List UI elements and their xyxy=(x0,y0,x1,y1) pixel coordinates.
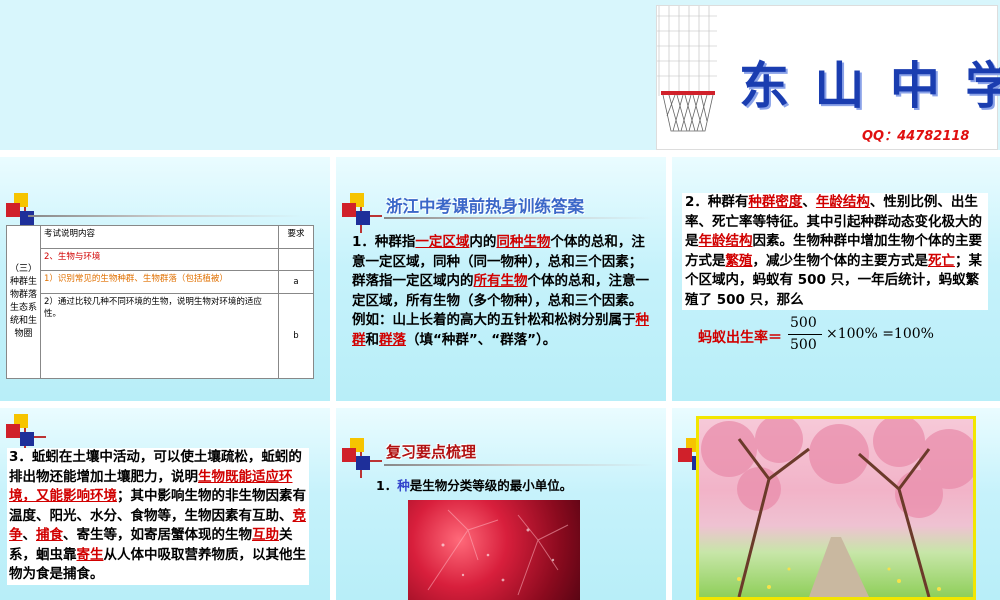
slide-1-banner[interactable]: 东 山 中 学 QQ：44782118 xyxy=(0,0,1000,150)
leaf-veins-icon xyxy=(427,509,569,596)
formula-label: 蚂蚁出生率＝ xyxy=(698,330,782,346)
section-cell: （三）种群生物群落生态系统和生物圈 xyxy=(5,225,42,379)
school-name: 东 山 中 学 xyxy=(739,56,1000,115)
red-leaves-image xyxy=(408,500,580,600)
answer-blank: 繁殖 xyxy=(725,252,753,269)
req-cell: b xyxy=(278,293,314,379)
slide-4-population-features[interactable]: 2．种群有种群密度、年龄结构、性别比例、出生率、死亡率等特征。其中引起种群动态变… xyxy=(672,157,1000,401)
slide-title: 复习要点梳理 xyxy=(386,443,477,461)
slide-7-blossom-picture[interactable] xyxy=(672,408,1000,600)
slide-corner-decoration xyxy=(342,438,382,478)
answer-blank: 寄生 xyxy=(76,546,104,563)
answer-blank: 群落 xyxy=(379,331,406,348)
title-underline xyxy=(384,464,654,466)
birth-rate-formula: 蚂蚁出生率＝ 500 500 ×100% =100% xyxy=(698,315,978,357)
slide-5-earthworm[interactable]: 3．蚯蚓在土壤中活动，可以使土壤疏松，蚯蚓的排出物还能增加土壤肥力，说明生物既能… xyxy=(0,408,330,600)
table-row: 2）通过比较几种不同环境的生物，说明生物对环境的适应性。 b xyxy=(7,293,314,379)
answer-blank: 年龄结构 xyxy=(815,194,870,210)
objective-cell: 2）通过比较几种不同环境的生物，说明生物对环境的适应性。 xyxy=(40,293,279,379)
table-row: 1）识别常见的生物种群、生物群落（包括植被） a xyxy=(7,270,314,294)
answer-blank: 死亡 xyxy=(928,252,955,269)
header-req-cell: 要求 xyxy=(278,225,314,249)
requirements-table: （三）种群生物群落生态系统和生物圈 考试说明内容 要求 2、生物与环境 1）识别… xyxy=(5,225,314,379)
answer-blank: 互助 xyxy=(252,527,279,543)
table-row: （三）种群生物群落生态系统和生物圈 考试说明内容 要求 xyxy=(5,225,314,379)
blossom-path-icon xyxy=(701,419,973,597)
header-content-cell: 考试说明内容 xyxy=(40,225,279,249)
title-underline xyxy=(384,217,654,219)
slide-2-requirements[interactable]: （三）种群生物群落生态系统和生物圈 考试说明内容 要求 2、生物与环境 1）识别… xyxy=(0,157,330,401)
answer-blank: 种群密度 xyxy=(748,194,803,210)
formula-result: ×100% =100% xyxy=(826,326,934,342)
req-cell: a xyxy=(278,270,314,294)
basketball-hoop-icon xyxy=(657,6,717,132)
answer-blank: 同种生物 xyxy=(496,234,551,250)
answer-blank: 捕食 xyxy=(36,527,63,543)
question-1-text: 1．种群指一定区域内的同种生物个体的总和，注意一定区域，同种（同一物种），总和三… xyxy=(352,234,649,348)
qq-contact: QQ：44782118 xyxy=(862,129,970,144)
slide-6-review-points[interactable]: 复习要点梳理 1．种是生物分类等级的最小单位。 xyxy=(336,408,666,600)
banner-panel: 东 山 中 学 QQ：44782118 xyxy=(656,5,1000,150)
answer-blank: 年龄结构 xyxy=(698,233,753,249)
slide-title: 浙江中考课前热身训练答案 xyxy=(386,197,584,216)
blossom-image xyxy=(696,416,976,600)
title-underline xyxy=(28,215,303,217)
question-2-text: 2．种群有种群密度、年龄结构、性别比例、出生率、死亡率等特征。其中引起种群动态变… xyxy=(682,193,988,310)
formula-denominator: 500 xyxy=(790,337,817,353)
formula-numerator: 500 xyxy=(790,315,817,331)
answer-blank: 一定区域 xyxy=(415,234,470,250)
topic-cell: 2、生物与环境 xyxy=(40,247,279,272)
fraction-bar xyxy=(788,334,822,335)
objective-cell: 1）识别常见的生物种群、生物群落（包括植被） xyxy=(40,270,279,294)
key-term: 种 xyxy=(397,478,410,493)
question-3-text: 3．蚯蚓在土壤中活动，可以使土壤疏松，蚯蚓的排出物还能增加土壤肥力，说明生物既能… xyxy=(7,448,309,585)
review-point-1: 1．种是生物分类等级的最小单位。 xyxy=(376,478,573,493)
answer-blank: 所有生物 xyxy=(473,273,528,289)
slide-3-warmup-answers[interactable]: 浙江中考课前热身训练答案 1．种群指一定区域内的同种生物个体的总和，注意一定区域… xyxy=(336,157,666,401)
table-row: 2、生物与环境 xyxy=(7,247,314,272)
slide-corner-decoration xyxy=(342,193,382,233)
